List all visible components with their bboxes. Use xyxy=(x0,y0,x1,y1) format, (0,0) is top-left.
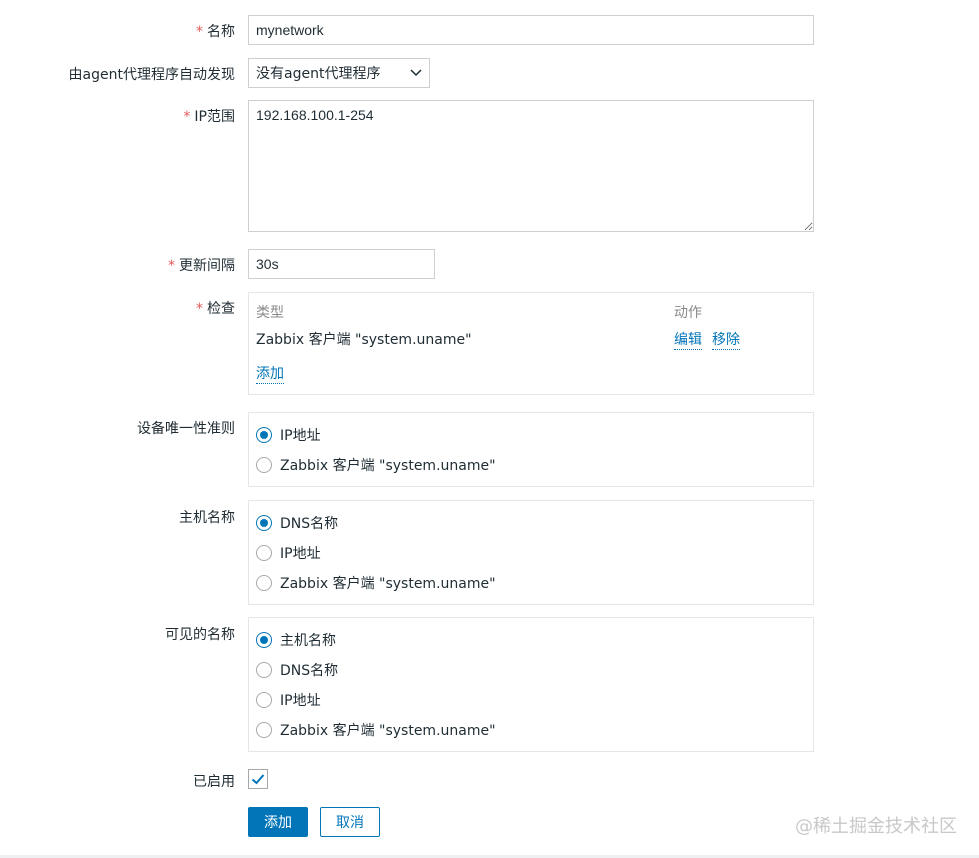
check-remove-link[interactable]: 移除 xyxy=(712,329,740,350)
check-add-link[interactable]: 添加 xyxy=(256,363,284,384)
host-name-radio-group: DNS名称 IP地址 Zabbix 客户端 "system.uname" xyxy=(248,500,814,605)
proxy-select[interactable]: 没有agent代理程序 xyxy=(248,58,430,88)
interval-label: * 更新间隔 xyxy=(168,258,235,274)
host-name-option[interactable]: IP地址 xyxy=(249,538,813,568)
radio-button[interactable] xyxy=(256,632,272,648)
radio-button[interactable] xyxy=(256,457,272,473)
uniqueness-radio-group: IP地址 Zabbix 客户端 "system.uname" xyxy=(248,412,814,487)
visible-name-label: 可见的名称 xyxy=(165,627,235,643)
radio-button[interactable] xyxy=(256,722,272,738)
chevron-down-icon xyxy=(410,69,422,77)
enabled-label: 已启用 xyxy=(193,774,235,790)
enabled-checkbox[interactable] xyxy=(248,769,268,789)
proxy-label: 由agent代理程序自动发现 xyxy=(68,67,235,83)
checks-table: 类型 动作 Zabbix 客户端 "system.uname" 编辑 移除 添加 xyxy=(248,292,814,395)
radio-button[interactable] xyxy=(256,515,272,531)
radio-button[interactable] xyxy=(256,575,272,591)
name-input[interactable] xyxy=(248,15,814,45)
host-name-option[interactable]: Zabbix 客户端 "system.uname" xyxy=(249,568,813,598)
checks-label: * 检查 xyxy=(196,301,235,317)
ip-range-textarea[interactable]: 192.168.100.1-254 xyxy=(248,100,814,232)
host-name-option[interactable]: DNS名称 xyxy=(249,508,813,538)
radio-button[interactable] xyxy=(256,545,272,561)
radio-button[interactable] xyxy=(256,662,272,678)
radio-button[interactable] xyxy=(256,427,272,443)
uniqueness-option[interactable]: Zabbix 客户端 "system.uname" xyxy=(249,450,813,480)
cancel-button[interactable]: 取消 xyxy=(320,807,380,837)
checks-header-action: 动作 xyxy=(674,305,702,321)
checks-header-type: 类型 xyxy=(256,305,284,321)
visible-name-option[interactable]: IP地址 xyxy=(249,685,813,715)
proxy-select-value: 没有agent代理程序 xyxy=(256,66,381,82)
visible-name-option[interactable]: 主机名称 xyxy=(249,625,813,655)
add-button[interactable]: 添加 xyxy=(248,807,308,837)
check-row-type: Zabbix 客户端 "system.uname" xyxy=(256,332,472,348)
visible-name-option[interactable]: Zabbix 客户端 "system.uname" xyxy=(249,715,813,745)
visible-name-option[interactable]: DNS名称 xyxy=(249,655,813,685)
radio-button[interactable] xyxy=(256,692,272,708)
visible-name-radio-group: 主机名称 DNS名称 IP地址 Zabbix 客户端 "system.uname… xyxy=(248,617,814,752)
interval-input[interactable] xyxy=(248,249,435,279)
check-edit-link[interactable]: 编辑 xyxy=(674,329,702,350)
ip-range-label: * IP范围 xyxy=(183,109,235,125)
name-label: * 名称 xyxy=(196,24,235,40)
host-name-label: 主机名称 xyxy=(179,510,235,526)
required-mark: * xyxy=(196,24,203,40)
check-icon xyxy=(251,774,265,785)
uniqueness-label: 设备唯一性准则 xyxy=(137,421,235,437)
uniqueness-option[interactable]: IP地址 xyxy=(249,420,813,450)
watermark: @稀土掘金技术社区 xyxy=(795,816,957,837)
